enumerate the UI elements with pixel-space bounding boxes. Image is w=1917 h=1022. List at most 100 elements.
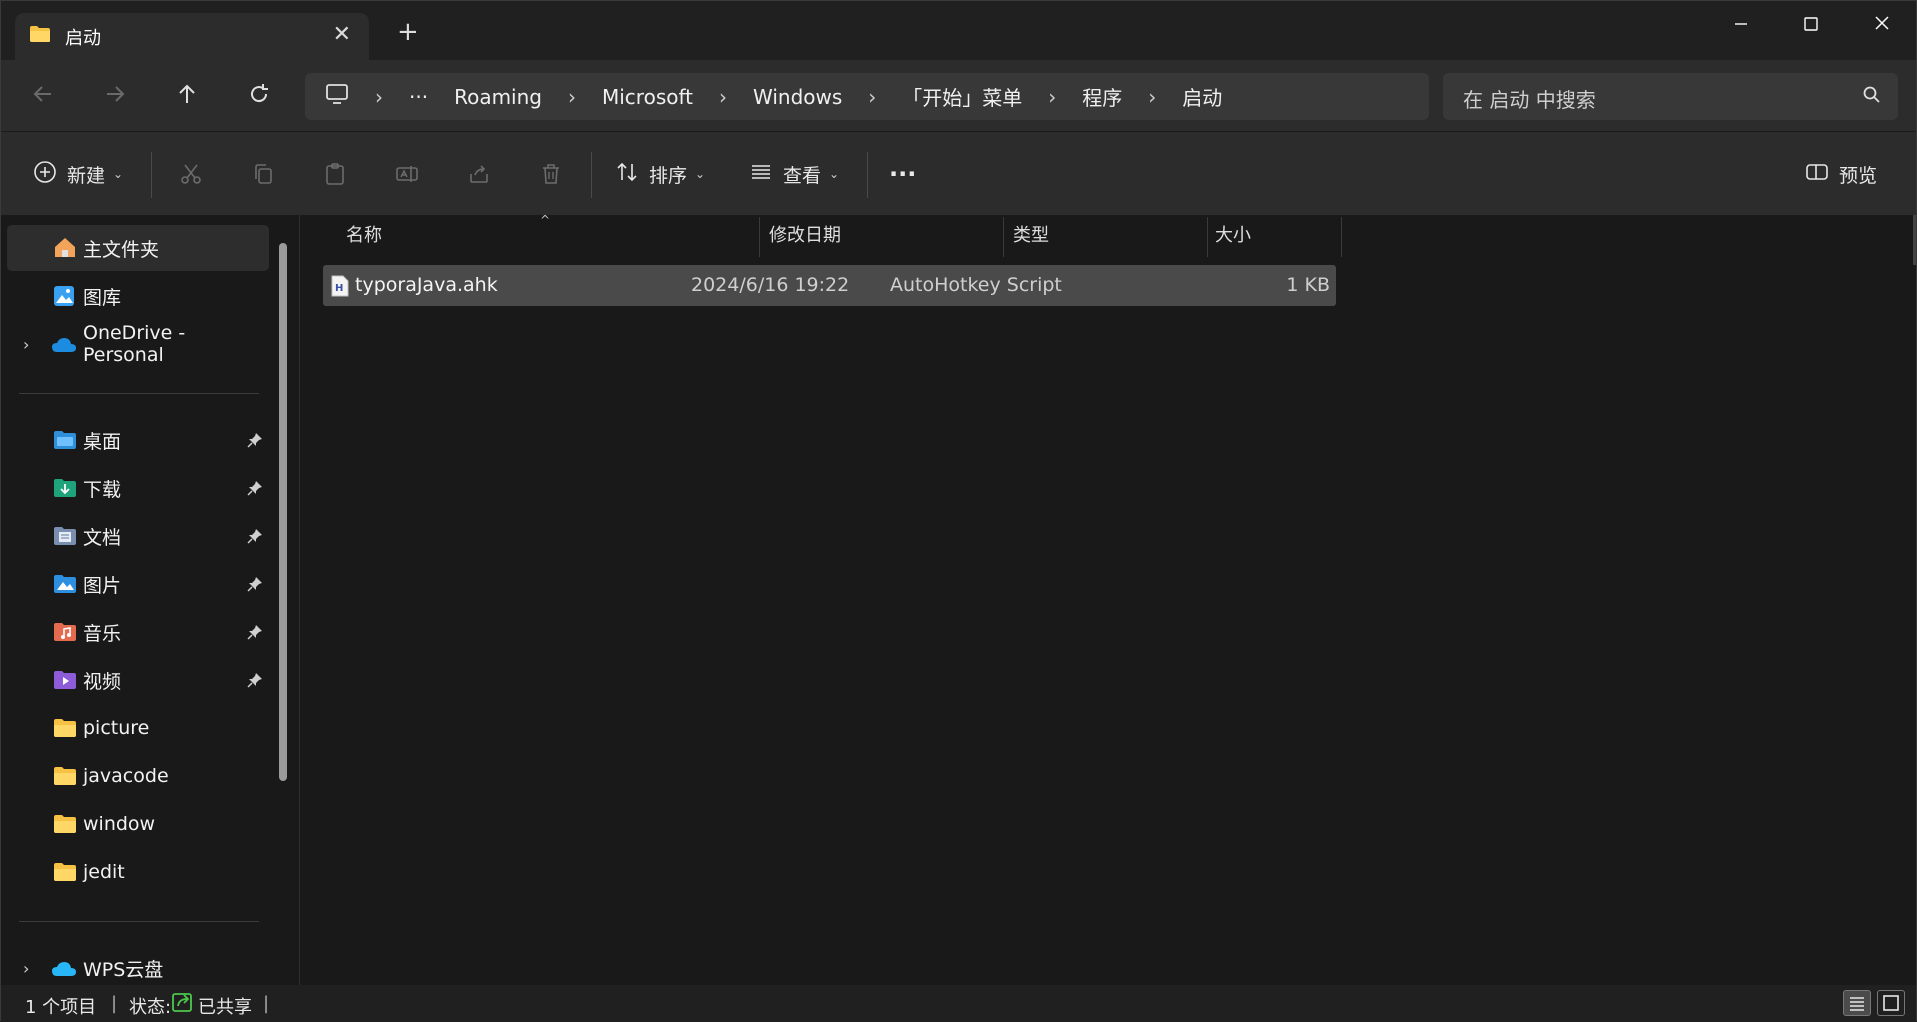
sidebar-item-jedit[interactable]: jedit	[7, 849, 269, 895]
chevron-down-icon: ⌄	[695, 167, 706, 181]
sidebar-item-label: 音乐	[83, 622, 122, 645]
pictures-folder-icon	[53, 574, 77, 599]
chevron-right-icon[interactable]: ›	[23, 335, 29, 354]
sort-icon	[615, 160, 639, 189]
sidebar-item-pictures[interactable]: 图片	[7, 561, 269, 607]
music-folder-icon	[53, 622, 77, 647]
column-header-modified[interactable]: 修改日期	[769, 215, 841, 257]
column-resizer[interactable]	[1207, 217, 1208, 257]
sidebar-item-javacode[interactable]: javacode	[7, 753, 269, 799]
paste-button[interactable]	[323, 158, 347, 190]
breadcrumb-startup[interactable]: 启动	[1182, 82, 1222, 111]
file-name: typoraJava.ahk	[355, 274, 498, 296]
search-input[interactable]: 在 启动 中搜索	[1443, 73, 1898, 120]
chevron-right-icon[interactable]: ›	[868, 85, 876, 109]
sidebar-item-gallery[interactable]: 图库	[7, 273, 269, 319]
address-bar[interactable]: › ··· Roaming › Microsoft › Windows › 「开…	[305, 73, 1429, 120]
sidebar-item-desktop[interactable]: 桌面	[7, 417, 269, 463]
rename-button[interactable]	[395, 158, 419, 190]
tab-startup[interactable]: 启动 ✕	[15, 13, 369, 60]
sidebar-item-label: 图库	[83, 286, 122, 309]
refresh-icon	[251, 84, 268, 103]
sort-button[interactable]: 排序 ⌄	[615, 158, 705, 190]
column-header-type[interactable]: 类型	[1013, 215, 1049, 257]
up-button[interactable]	[171, 82, 203, 112]
more-options-button[interactable]: ···	[889, 158, 916, 190]
column-resizer[interactable]	[759, 217, 760, 257]
arrow-up-icon	[179, 84, 195, 103]
breadcrumb-start-menu[interactable]: 「开始」菜单	[902, 82, 1022, 111]
pin-icon[interactable]	[247, 671, 263, 693]
breadcrumb-roaming[interactable]: Roaming	[454, 85, 542, 109]
sidebar-item-documents[interactable]: 文档	[7, 513, 269, 559]
pin-icon[interactable]	[247, 623, 263, 645]
column-header-name[interactable]: 名称	[346, 215, 382, 257]
minimize-button[interactable]	[1721, 11, 1761, 37]
view-button[interactable]: 查看 ⌄	[749, 158, 839, 190]
copy-button[interactable]	[251, 158, 275, 190]
breadcrumb-microsoft[interactable]: Microsoft	[602, 85, 693, 109]
toolbar-divider	[867, 152, 868, 198]
preview-pane-button[interactable]: 预览	[1805, 158, 1877, 190]
column-resizer[interactable]	[1003, 217, 1004, 257]
chevron-right-icon[interactable]: ›	[1148, 85, 1156, 109]
status-divider: |	[263, 993, 270, 1014]
column-resizer[interactable]	[1341, 217, 1342, 257]
sidebar-item-videos[interactable]: 视频	[7, 657, 269, 703]
title-bar: 启动 ✕ +	[1, 1, 1916, 60]
chevron-right-icon[interactable]: ›	[23, 959, 29, 978]
sidebar-item-home[interactable]: 主文件夹	[7, 225, 269, 271]
refresh-button[interactable]	[243, 82, 275, 112]
cut-button[interactable]	[179, 158, 203, 190]
copy-icon	[255, 164, 272, 184]
sort-ascending-icon: ^	[540, 213, 551, 227]
chevron-right-icon[interactable]: ›	[1048, 85, 1056, 109]
chevron-right-icon[interactable]: ›	[375, 85, 383, 109]
breadcrumb-windows[interactable]: Windows	[753, 85, 842, 109]
address-row: › ··· Roaming › Microsoft › Windows › 「开…	[1, 60, 1916, 131]
table-row[interactable]: H typoraJava.ahk 2024/6/16 19:22 AutoHot…	[323, 265, 1336, 306]
status-bar: 1 个项目 | 状态: 已共享 |	[1, 985, 1916, 1022]
pin-icon[interactable]	[247, 431, 263, 453]
sidebar-item-label: javacode	[83, 765, 169, 787]
details-view-button[interactable]	[1843, 990, 1871, 1016]
sidebar-item-label: jedit	[83, 861, 125, 883]
this-pc-icon[interactable]	[325, 83, 349, 110]
pin-icon[interactable]	[247, 575, 263, 597]
sort-label: 排序	[649, 164, 688, 187]
sidebar-item-label: 桌面	[83, 430, 122, 453]
new-tab-button[interactable]: +	[397, 19, 419, 45]
chevron-right-icon[interactable]: ›	[568, 85, 576, 109]
folder-icon	[53, 766, 77, 791]
forward-button[interactable]	[99, 82, 131, 112]
new-button[interactable]: 新建 ⌄	[33, 158, 123, 190]
search-placeholder: 在 启动 中搜索	[1463, 88, 1596, 112]
delete-button[interactable]	[539, 158, 563, 190]
sidebar-item-picture[interactable]: picture	[7, 705, 269, 751]
column-header-size[interactable]: 大小	[1215, 215, 1251, 257]
tab-title: 启动	[65, 27, 101, 49]
pin-icon[interactable]	[247, 527, 263, 549]
close-window-button[interactable]	[1862, 11, 1902, 37]
breadcrumb-programs[interactable]: 程序	[1082, 82, 1122, 111]
close-tab-button[interactable]: ✕	[333, 24, 351, 46]
search-icon[interactable]	[1862, 85, 1882, 110]
sidebar-item-onedrive[interactable]: › OneDrive - Personal	[7, 321, 269, 367]
sidebar-item-music[interactable]: 音乐	[7, 609, 269, 655]
new-label: 新建	[67, 164, 106, 187]
sidebar-item-downloads[interactable]: 下载	[7, 465, 269, 511]
chevron-right-icon[interactable]: ›	[719, 85, 727, 109]
large-icons-view-button[interactable]	[1877, 990, 1905, 1016]
maximize-button[interactable]	[1791, 11, 1831, 37]
breadcrumb-overflow[interactable]: ···	[409, 85, 428, 109]
trash-icon	[543, 164, 559, 184]
share-button[interactable]	[467, 158, 491, 190]
file-type: AutoHotkey Script	[890, 274, 1062, 296]
sidebar-scrollbar[interactable]	[279, 243, 287, 781]
back-button[interactable]	[27, 82, 59, 112]
sidebar-item-window[interactable]: window	[7, 801, 269, 847]
window-resize-edge[interactable]	[1913, 215, 1916, 265]
pin-icon[interactable]	[247, 479, 263, 501]
view-list-icon	[749, 160, 773, 189]
chevron-down-icon: ⌄	[829, 167, 840, 181]
